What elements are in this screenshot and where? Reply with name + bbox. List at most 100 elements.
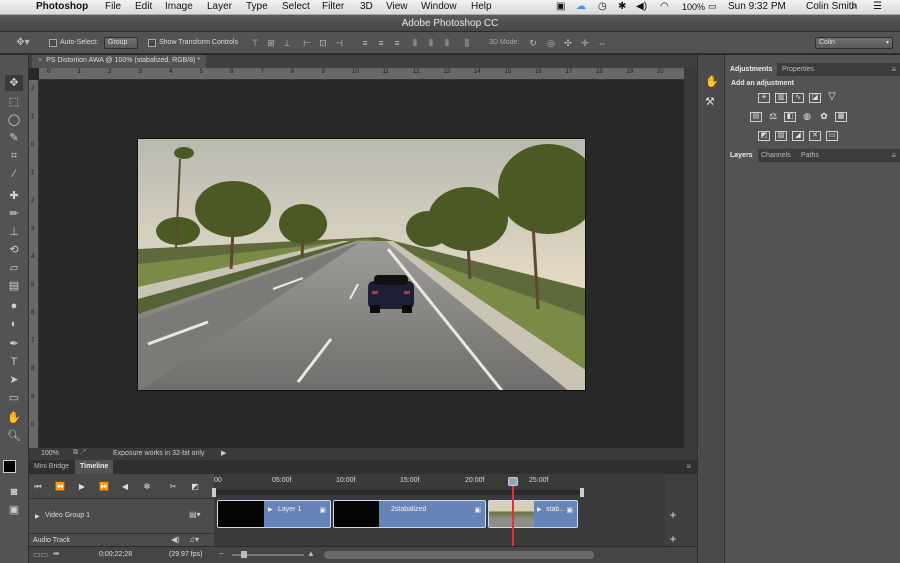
- tab-mini-bridge[interactable]: Mini Bridge: [29, 460, 74, 474]
- app-menu[interactable]: Photoshop: [36, 1, 88, 12]
- bluetooth-icon[interactable]: ✱: [618, 1, 626, 12]
- video-group-track[interactable]: ▶ Layer 1 ▣ 2stabalized ▣ ▶ stab... ▣ +: [214, 498, 677, 533]
- share-icon[interactable]: ⧉ ↗: [73, 449, 86, 457]
- menu-image[interactable]: Image: [165, 1, 193, 12]
- audio-track[interactable]: +: [214, 532, 677, 546]
- align-left-icon[interactable]: ⊢: [302, 38, 312, 48]
- timeline-ruler[interactable]: 00 05:00f 10:00f 15:00f 20:00f 25:00f: [212, 474, 665, 498]
- clip-options-icon[interactable]: ▣: [474, 506, 481, 514]
- timeline-horizontal-scrollbar[interactable]: [324, 551, 594, 559]
- align-hcenter-icon[interactable]: ⊡: [318, 38, 328, 48]
- invert-icon[interactable]: ◩: [758, 131, 770, 141]
- music-note-icon[interactable]: ♫▾: [189, 535, 199, 544]
- menu-type[interactable]: Type: [246, 1, 268, 12]
- history-brush-tool-icon[interactable]: ⟲: [5, 242, 23, 258]
- posterize-icon[interactable]: ▨: [775, 131, 787, 141]
- menu-help[interactable]: Help: [471, 1, 492, 12]
- eyedropper-tool-icon[interactable]: ⁄: [5, 166, 23, 182]
- clip-options-icon[interactable]: ▣: [566, 506, 573, 514]
- move-tool-preset-icon[interactable]: ✥▾: [14, 38, 32, 48]
- vibrance-icon[interactable]: ▽: [826, 92, 838, 103]
- history-icon[interactable]: ✋: [705, 75, 719, 88]
- move-tool-icon[interactable]: ✥: [5, 75, 23, 91]
- render-video-icon[interactable]: ➦: [53, 549, 60, 558]
- clone-stamp-tool-icon[interactable]: ⊥: [5, 224, 23, 240]
- black-white-icon[interactable]: ◧: [784, 112, 796, 122]
- panel-menu-icon[interactable]: ≡: [891, 151, 896, 160]
- align-vcenter-icon[interactable]: ⊞: [266, 38, 276, 48]
- playhead[interactable]: [512, 480, 514, 546]
- distribute-left-icon[interactable]: ⦀: [410, 38, 420, 48]
- menu-3d[interactable]: 3D: [360, 1, 373, 12]
- add-media-icon[interactable]: +: [668, 508, 678, 522]
- time-machine-icon[interactable]: ◷: [598, 1, 607, 12]
- zoom-tool-icon[interactable]: 🔍︎: [5, 428, 23, 444]
- zoom-level[interactable]: 100%: [41, 450, 59, 457]
- foreground-color-swatch[interactable]: [3, 460, 16, 473]
- show-transform-checkbox[interactable]: [148, 39, 156, 47]
- convert-frame-animation-icon[interactable]: ▭▭: [33, 550, 48, 559]
- clip-layer-1[interactable]: ▶ Layer 1 ▣: [217, 500, 331, 528]
- marquee-tool-icon[interactable]: ⬚: [5, 94, 23, 110]
- brightness-contrast-icon[interactable]: ☀: [758, 93, 770, 103]
- vertical-scrollbar[interactable]: [684, 68, 697, 458]
- eraser-tool-icon[interactable]: ▱: [5, 260, 23, 276]
- menu-file[interactable]: File: [105, 1, 121, 12]
- lasso-tool-icon[interactable]: ◯: [5, 112, 23, 128]
- next-frame-icon[interactable]: ⏩: [98, 481, 110, 492]
- add-audio-icon[interactable]: +: [668, 532, 678, 546]
- auto-select-checkbox[interactable]: [49, 39, 57, 47]
- menu-edit[interactable]: Edit: [135, 1, 152, 12]
- cloud-icon[interactable]: ☁: [576, 1, 586, 12]
- screen-recorder-icon[interactable]: ▣: [556, 1, 565, 12]
- work-area-start-handle[interactable]: [212, 488, 216, 497]
- auto-align-icon[interactable]: ⫼: [462, 38, 472, 48]
- work-area-bar[interactable]: [214, 490, 582, 495]
- menu-layer[interactable]: Layer: [207, 1, 232, 12]
- video-group-label[interactable]: Video Group 1: [45, 512, 90, 519]
- 3d-rotate-icon[interactable]: ↻: [528, 38, 538, 48]
- path-selection-tool-icon[interactable]: ➤: [5, 372, 23, 388]
- video-frame-image[interactable]: [137, 138, 586, 391]
- blur-tool-icon[interactable]: ●: [5, 298, 23, 314]
- menu-window[interactable]: Window: [421, 1, 457, 12]
- panel-menu-icon[interactable]: ≡: [891, 65, 896, 74]
- zoom-out-icon[interactable]: –: [219, 549, 223, 558]
- tool-presets-icon[interactable]: ⚒: [705, 95, 715, 108]
- clip-2stabalized[interactable]: 2stabalized ▣: [333, 500, 486, 528]
- clip-options-icon[interactable]: ▣: [319, 506, 326, 514]
- threshold-icon[interactable]: ◢: [792, 131, 804, 141]
- clip-stab[interactable]: ▶ stab... ▣: [488, 500, 578, 528]
- expand-triangle-icon[interactable]: ▶: [35, 513, 40, 520]
- tab-layers[interactable]: Layers: [725, 149, 758, 162]
- tab-adjustments[interactable]: Adjustments: [725, 63, 778, 76]
- screen-mode-icon[interactable]: ▣: [5, 502, 23, 518]
- split-scissors-icon[interactable]: ✂: [167, 481, 179, 492]
- levels-icon[interactable]: ▥: [775, 93, 787, 103]
- align-right-icon[interactable]: ⊣: [334, 38, 344, 48]
- distribute-vcenter-icon[interactable]: ≡: [376, 38, 386, 48]
- play-icon[interactable]: ▶: [76, 481, 88, 492]
- align-bottom-icon[interactable]: ⊥: [282, 38, 292, 48]
- pen-tool-icon[interactable]: ✒: [5, 336, 23, 352]
- battery-icon[interactable]: ▭: [708, 1, 717, 12]
- 3d-scale-icon[interactable]: ⇔: [597, 38, 607, 48]
- go-to-first-frame-icon[interactable]: ⏮: [32, 481, 44, 492]
- crop-tool-icon[interactable]: ⌗: [5, 148, 23, 164]
- tab-channels[interactable]: Channels: [756, 149, 796, 162]
- transition-icon[interactable]: ◩: [189, 481, 201, 492]
- clip-expand-icon[interactable]: ▶: [537, 506, 542, 513]
- previous-frame-icon[interactable]: ⏪: [54, 481, 66, 492]
- 3d-roll-icon[interactable]: ◎: [546, 38, 556, 48]
- type-tool-icon[interactable]: T: [5, 354, 23, 370]
- distribute-top-icon[interactable]: ≡: [360, 38, 370, 48]
- film-strip-icon[interactable]: ▤▾: [189, 510, 201, 519]
- clip-expand-icon[interactable]: ▶: [268, 506, 273, 513]
- volume-icon[interactable]: ◀): [636, 1, 647, 12]
- audio-toggle-icon[interactable]: ◀: [119, 481, 131, 492]
- zoom-in-icon[interactable]: ▲: [307, 549, 315, 558]
- status-arrow-icon[interactable]: ▶: [221, 449, 226, 457]
- close-icon[interactable]: ×: [38, 57, 42, 64]
- vertical-ruler[interactable]: 2 1 0 1 2 3 4 5 6 7 8 9 0: [29, 80, 39, 448]
- quick-mask-icon[interactable]: ◙: [5, 484, 23, 500]
